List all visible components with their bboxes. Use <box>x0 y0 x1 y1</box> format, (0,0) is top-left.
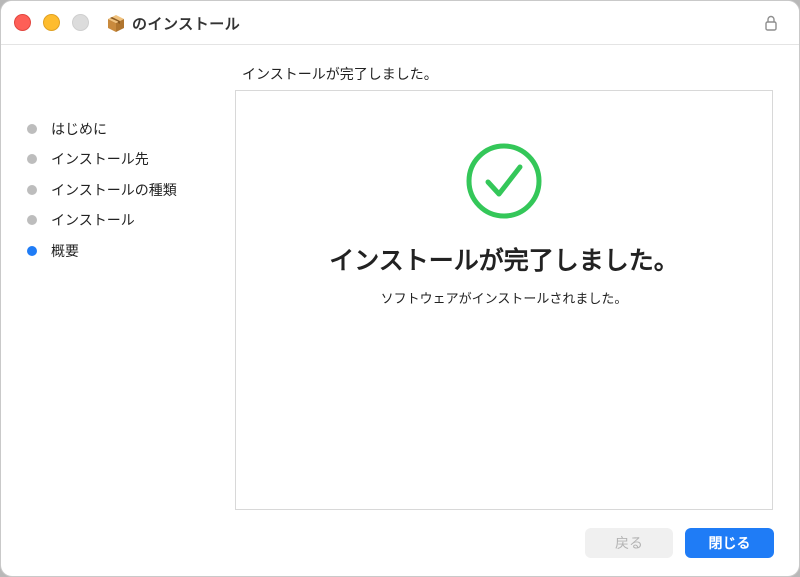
content-header: インストールが完了しました。 <box>242 67 438 83</box>
step-indicator-dot <box>27 215 37 225</box>
close-window-button[interactable] <box>14 14 31 31</box>
step-label: はじめに <box>51 122 107 138</box>
step-indicator-dot <box>27 124 37 134</box>
step-label: インストールの種類 <box>51 183 177 199</box>
step-installation: インストール <box>27 210 135 230</box>
installer-window: のインストール はじめに インストール先 インストールの種類 インストール 概要… <box>0 0 800 577</box>
back-button[interactable]: 戻る <box>585 528 673 558</box>
minimize-window-button[interactable] <box>43 14 60 31</box>
summary-panel: インストールが完了しました。 ソフトウェアがインストールされました。 <box>235 90 773 510</box>
close-button[interactable]: 閉じる <box>685 528 774 558</box>
step-label: 概要 <box>51 244 79 260</box>
step-indicator-dot-active <box>27 246 37 256</box>
step-label: インストール先 <box>51 152 149 168</box>
zoom-window-button[interactable] <box>72 14 89 31</box>
title-bar: のインストール <box>1 1 799 45</box>
step-indicator-dot <box>27 185 37 195</box>
step-summary: 概要 <box>27 241 79 261</box>
window-title-group: のインストール <box>106 11 240 35</box>
completion-title: インストールが完了しました。 <box>329 246 679 275</box>
steps-sidebar: はじめに インストール先 インストールの種類 インストール 概要 <box>1 45 233 576</box>
lock-icon <box>765 15 777 31</box>
step-indicator-dot <box>27 154 37 164</box>
completion-message: ソフトウェアがインストールされました。 <box>380 292 628 307</box>
step-destination: インストール先 <box>27 149 149 169</box>
step-label: インストール <box>51 213 135 229</box>
window-title: のインストール <box>132 14 241 33</box>
step-introduction: はじめに <box>27 119 107 139</box>
package-icon <box>108 15 124 32</box>
checkmark-circle-icon <box>466 143 542 219</box>
step-installation-type: インストールの種類 <box>27 180 177 200</box>
